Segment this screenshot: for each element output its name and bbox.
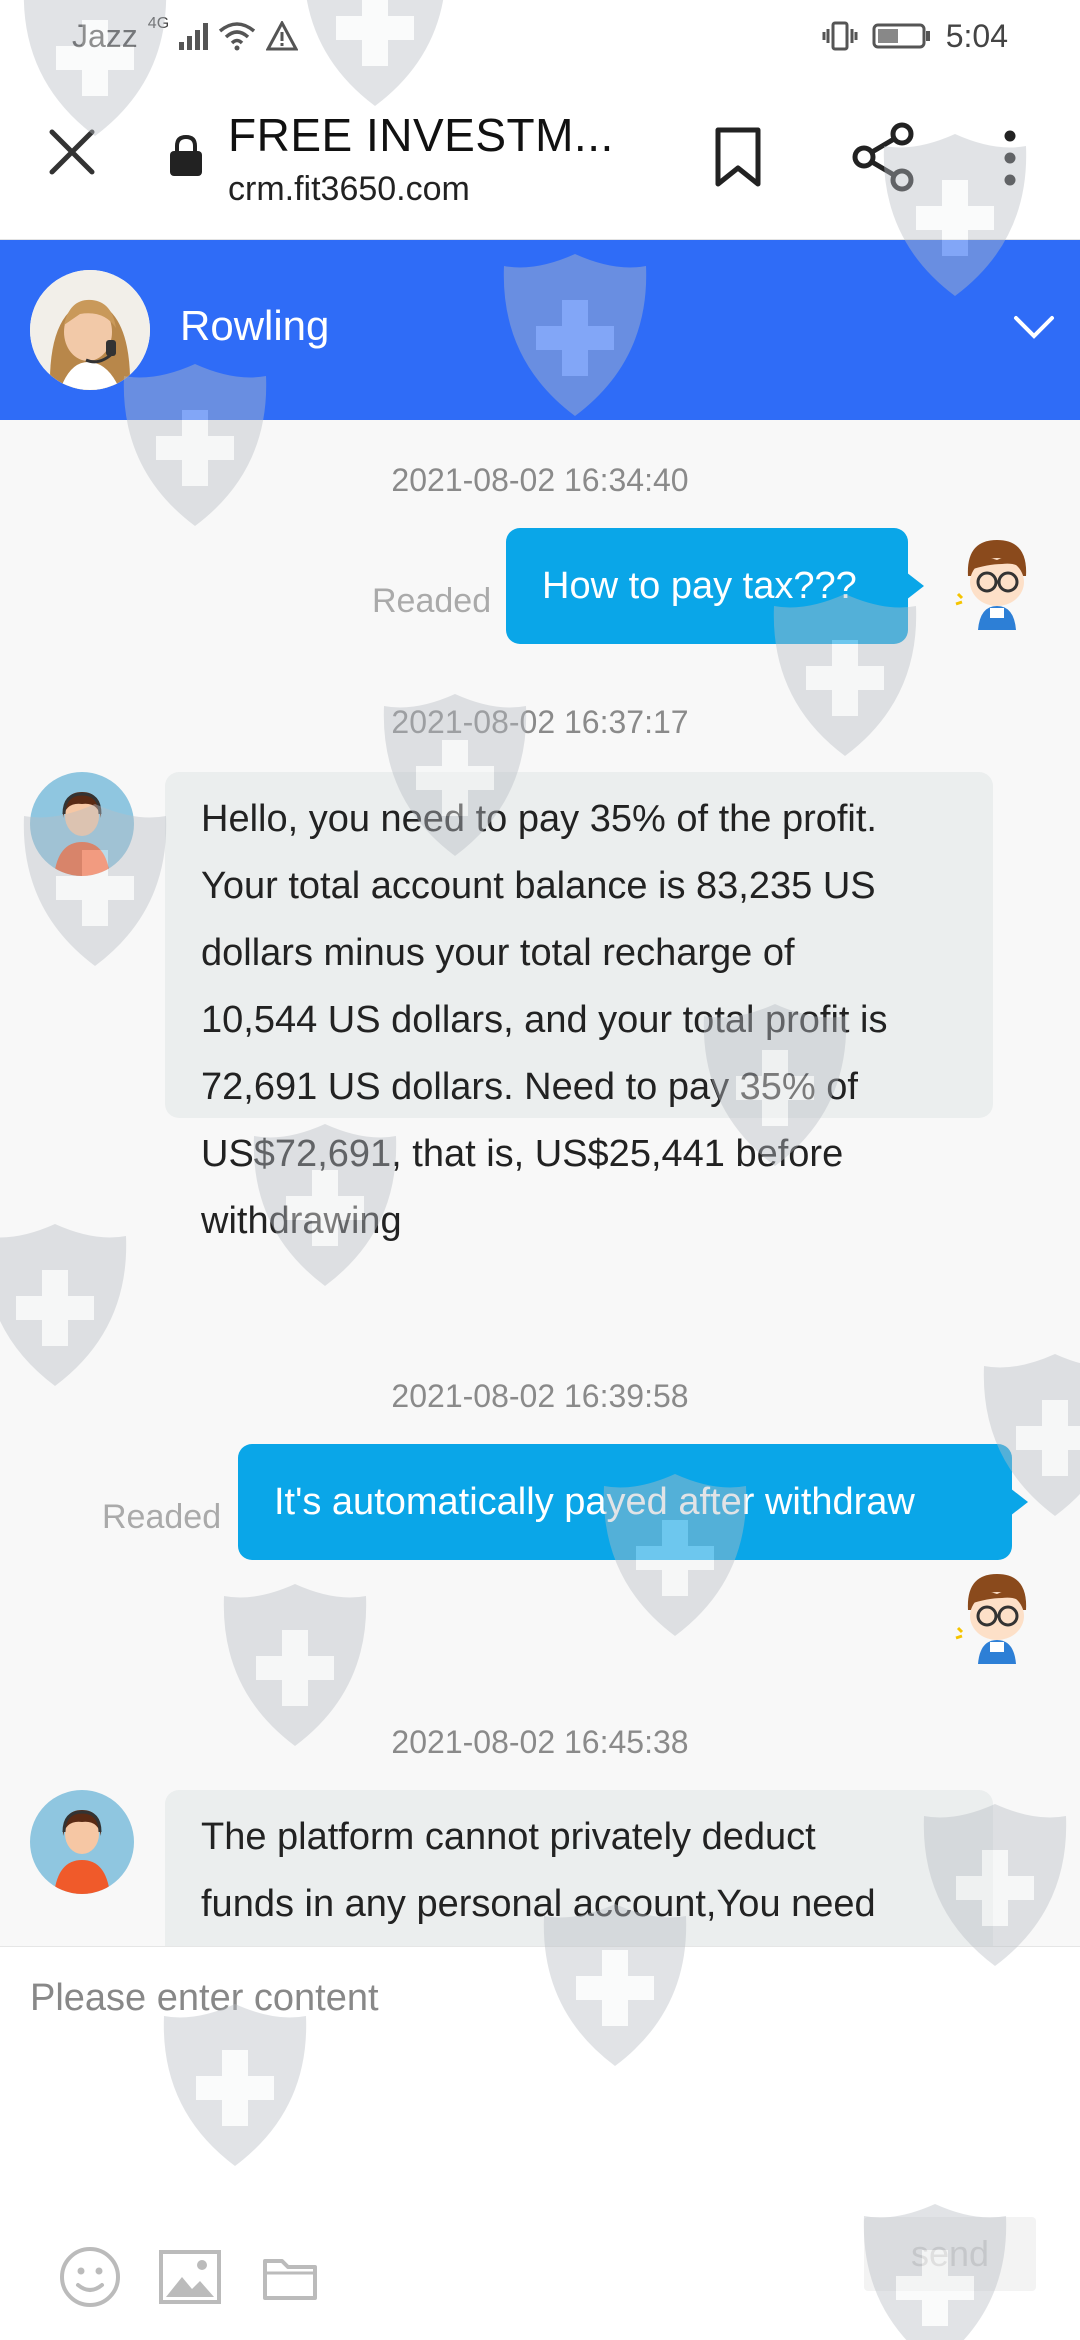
close-icon[interactable] <box>44 124 100 180</box>
bookmark-icon[interactable] <box>712 126 764 188</box>
message-line: The platform cannot privately deduct <box>201 1816 816 1858</box>
read-status: Readed <box>102 1498 222 1536</box>
message-text: How to pay tax??? <box>542 564 857 607</box>
lock-icon <box>170 134 202 176</box>
agent-name: Rowling <box>180 302 330 349</box>
composer: send <box>0 1946 1080 2340</box>
carrier-label: Jazz <box>72 17 138 54</box>
message-line: funds in any personal account,You need <box>201 1883 876 1925</box>
status-left: Jazz 4G <box>72 15 299 55</box>
message-text: It's automatically payed after withdraw <box>274 1480 915 1523</box>
agent-message-avatar[interactable] <box>30 1790 134 1894</box>
incoming-message[interactable]: The platform cannot privately deduct fun… <box>165 1790 993 1946</box>
chevron-down-icon[interactable] <box>1010 304 1058 352</box>
message-line: Your total account balance is 83,235 US <box>201 865 876 907</box>
outgoing-message[interactable]: It's automatically payed after withdraw <box>238 1444 1028 1560</box>
agent-avatar[interactable] <box>30 270 150 390</box>
message-line: Hello, you need to pay 35% of the profit… <box>201 798 877 840</box>
message-timestamp: 2021-08-02 16:39:58 <box>391 1378 689 1414</box>
incoming-message[interactable]: Hello, you need to pay 35% of the profit… <box>165 772 993 1242</box>
wifi-icon <box>219 22 256 51</box>
image-icon[interactable] <box>158 2249 222 2305</box>
message-timestamp: 2021-08-02 16:34:40 <box>391 462 689 498</box>
message-line: 72,691 US dollars. Need to pay 35% of <box>201 1066 858 1108</box>
network-type: 4G <box>147 15 170 32</box>
message-line: dollars minus your total recharge of <box>201 932 795 974</box>
status-right: 5:04 <box>822 18 1008 55</box>
message-line: 10,544 US dollars, and your total profit… <box>201 999 888 1041</box>
user-avatar[interactable] <box>952 534 1042 630</box>
user-avatar[interactable] <box>952 1568 1042 1664</box>
clock: 5:04 <box>945 17 1008 54</box>
page-url[interactable]: crm.fit3650.com <box>228 170 470 209</box>
battery-icon <box>872 23 930 49</box>
warning-icon <box>266 21 299 51</box>
browser-toolbar: FREE INVESTM... crm.fit3650.com <box>0 72 1080 240</box>
folder-icon[interactable] <box>262 2253 318 2301</box>
message-list[interactable]: 2021-08-02 16:34:40 Readed How to pay ta… <box>0 420 1080 1946</box>
share-icon[interactable] <box>852 122 916 192</box>
send-button[interactable]: send <box>864 2217 1036 2291</box>
status-bar: Jazz 4G 5:04 <box>0 0 1080 72</box>
message-timestamp: 2021-08-02 16:45:38 <box>391 1724 689 1760</box>
message-line: withdrawing <box>201 1200 402 1242</box>
page-title: FREE INVESTM... <box>228 109 614 161</box>
chat-header: Rowling <box>0 240 1080 420</box>
more-vert-icon[interactable] <box>996 128 1024 188</box>
agent-message-avatar[interactable] <box>30 772 134 876</box>
emoji-icon[interactable] <box>58 2245 122 2309</box>
vibrate-icon <box>822 21 858 51</box>
message-line: US$72,691, that is, US$25,441 before <box>201 1133 844 1175</box>
outgoing-message[interactable]: How to pay tax??? <box>506 528 924 644</box>
message-timestamp: 2021-08-02 16:37:17 <box>391 704 689 740</box>
read-status: Readed <box>372 582 492 620</box>
message-input[interactable] <box>30 1977 1050 2157</box>
signal-icon <box>179 22 209 50</box>
